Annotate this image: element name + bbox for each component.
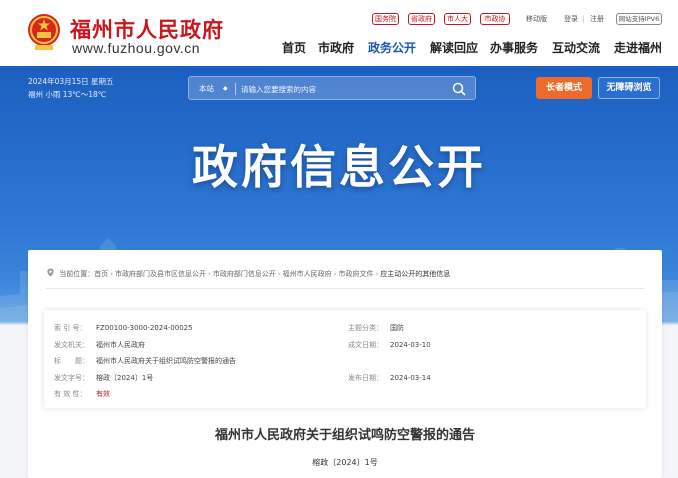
document-number: 榕政〔2024〕1号 bbox=[312, 458, 378, 467]
breadcrumb-prefix: 当前位置： bbox=[59, 270, 95, 278]
breadcrumb: 当前位置：首页 › 市政府部门及县市区信息公开 › 市政府部门信息公开 › 福州市人民政府 ›… bbox=[46, 268, 450, 280]
document-metadata-table: 索 引 号： FZ00100-3000-2024-00025 主题分类： 国防 … bbox=[44, 310, 646, 408]
link-state-council[interactable]: 国务院 bbox=[372, 13, 399, 25]
hero-title: 政府信息公开 bbox=[192, 140, 486, 194]
index-value: FZ00100-3000-2024-00025 bbox=[96, 324, 193, 332]
elder-mode-button[interactable]: 长者模式 bbox=[536, 77, 592, 99]
breadcrumb-separator: › bbox=[277, 270, 281, 278]
issuer-label: 发文机关： bbox=[54, 341, 89, 349]
validity-value: 有效 bbox=[96, 390, 110, 398]
issuer-value: 福州市人民政府 bbox=[96, 341, 145, 349]
site-search: 本站 ◆ bbox=[188, 76, 476, 100]
title-value: 福州市人民政府关于组织试鸣防空警报的通告 bbox=[96, 357, 236, 365]
publish-date-value: 2024-03-14 bbox=[390, 374, 431, 382]
current-date: 2024年03月15日 星期五 bbox=[28, 77, 114, 86]
search-input[interactable] bbox=[241, 82, 441, 96]
breadcrumb-dept-info[interactable]: 市政府部门及县市区信息公开 bbox=[115, 268, 206, 280]
search-icon[interactable] bbox=[451, 81, 467, 97]
category-value: 国防 bbox=[390, 324, 404, 332]
publish-date-label: 发布日期： bbox=[348, 374, 383, 382]
breadcrumb-separator: › bbox=[110, 270, 114, 278]
location-icon bbox=[47, 268, 54, 277]
nav-about-fuzhou[interactable]: 走进福州 bbox=[614, 40, 662, 56]
nav-interpretation[interactable]: 解读回应 bbox=[430, 40, 478, 56]
written-date-value: 2024-03-10 bbox=[390, 341, 431, 349]
document-title: 福州市人民政府关于组织试鸣防空警报的通告 bbox=[214, 428, 475, 443]
weather-info: 福州 小雨 13℃～18℃ bbox=[28, 90, 107, 99]
content-card: 当前位置：首页 › 市政府部门及县市区信息公开 › 市政府部门信息公开 › 福州市人民政府 ›… bbox=[28, 250, 662, 478]
site-url[interactable]: www.fuzhou.gov.cn bbox=[72, 40, 200, 56]
login-link[interactable]: 登录 bbox=[564, 13, 578, 25]
category-label: 主题分类： bbox=[348, 324, 383, 332]
breadcrumb-separator: › bbox=[208, 270, 211, 278]
breadcrumb-municipal-dept[interactable]: 市政府部门信息公开 bbox=[213, 268, 276, 280]
nav-city-government[interactable]: 市政府 bbox=[318, 40, 354, 56]
nav-government-affairs[interactable]: 政务公开 bbox=[368, 40, 416, 56]
national-emblem-icon[interactable] bbox=[26, 12, 62, 52]
site-header: 福州市人民政府 www.fuzhou.gov.cn 国务院 省政府 市人大 市政… bbox=[0, 0, 678, 66]
breadcrumb-city-government[interactable]: 福州市人民政府 bbox=[283, 268, 332, 280]
doc-number-value: 榕政〔2024〕1号 bbox=[96, 374, 154, 382]
breadcrumb-home[interactable]: 首页 bbox=[94, 268, 108, 280]
doc-number-label: 发文字号： bbox=[54, 374, 89, 382]
nav-interaction[interactable]: 互动交流 bbox=[552, 40, 600, 56]
nav-services[interactable]: 办事服务 bbox=[490, 40, 538, 56]
breadcrumb-current: 应主动公开的其他信息 bbox=[380, 270, 451, 278]
nav-home[interactable]: 首页 bbox=[282, 40, 306, 56]
chevron-down-icon[interactable]: ◆ bbox=[223, 83, 228, 94]
breadcrumb-separator: › bbox=[333, 270, 337, 278]
mobile-version-link[interactable]: 移动版 bbox=[526, 13, 547, 25]
link-municipal-congress[interactable]: 市人大 bbox=[444, 13, 471, 25]
search-divider bbox=[235, 83, 236, 95]
breadcrumb-divider bbox=[46, 288, 644, 289]
link-cppcc[interactable]: 市政协 bbox=[480, 13, 510, 25]
accessibility-button[interactable]: 无障碍浏览 bbox=[598, 77, 660, 99]
register-link[interactable]: 注册 bbox=[590, 13, 604, 25]
utility-divider: | bbox=[582, 15, 585, 23]
index-label: 索 引 号： bbox=[54, 324, 87, 332]
title-label: 标 题： bbox=[54, 357, 89, 365]
search-scope-select[interactable]: 本站 bbox=[199, 83, 214, 94]
breadcrumb-city-documents[interactable]: 市政府文件 bbox=[338, 268, 373, 280]
written-date-label: 成文日期： bbox=[348, 341, 383, 349]
validity-label: 有 效 性： bbox=[54, 390, 87, 398]
ipv6-badge: 网站支持IPV6 bbox=[616, 13, 662, 25]
breadcrumb-separator: › bbox=[375, 270, 379, 278]
link-provincial-government[interactable]: 省政府 bbox=[408, 13, 435, 25]
